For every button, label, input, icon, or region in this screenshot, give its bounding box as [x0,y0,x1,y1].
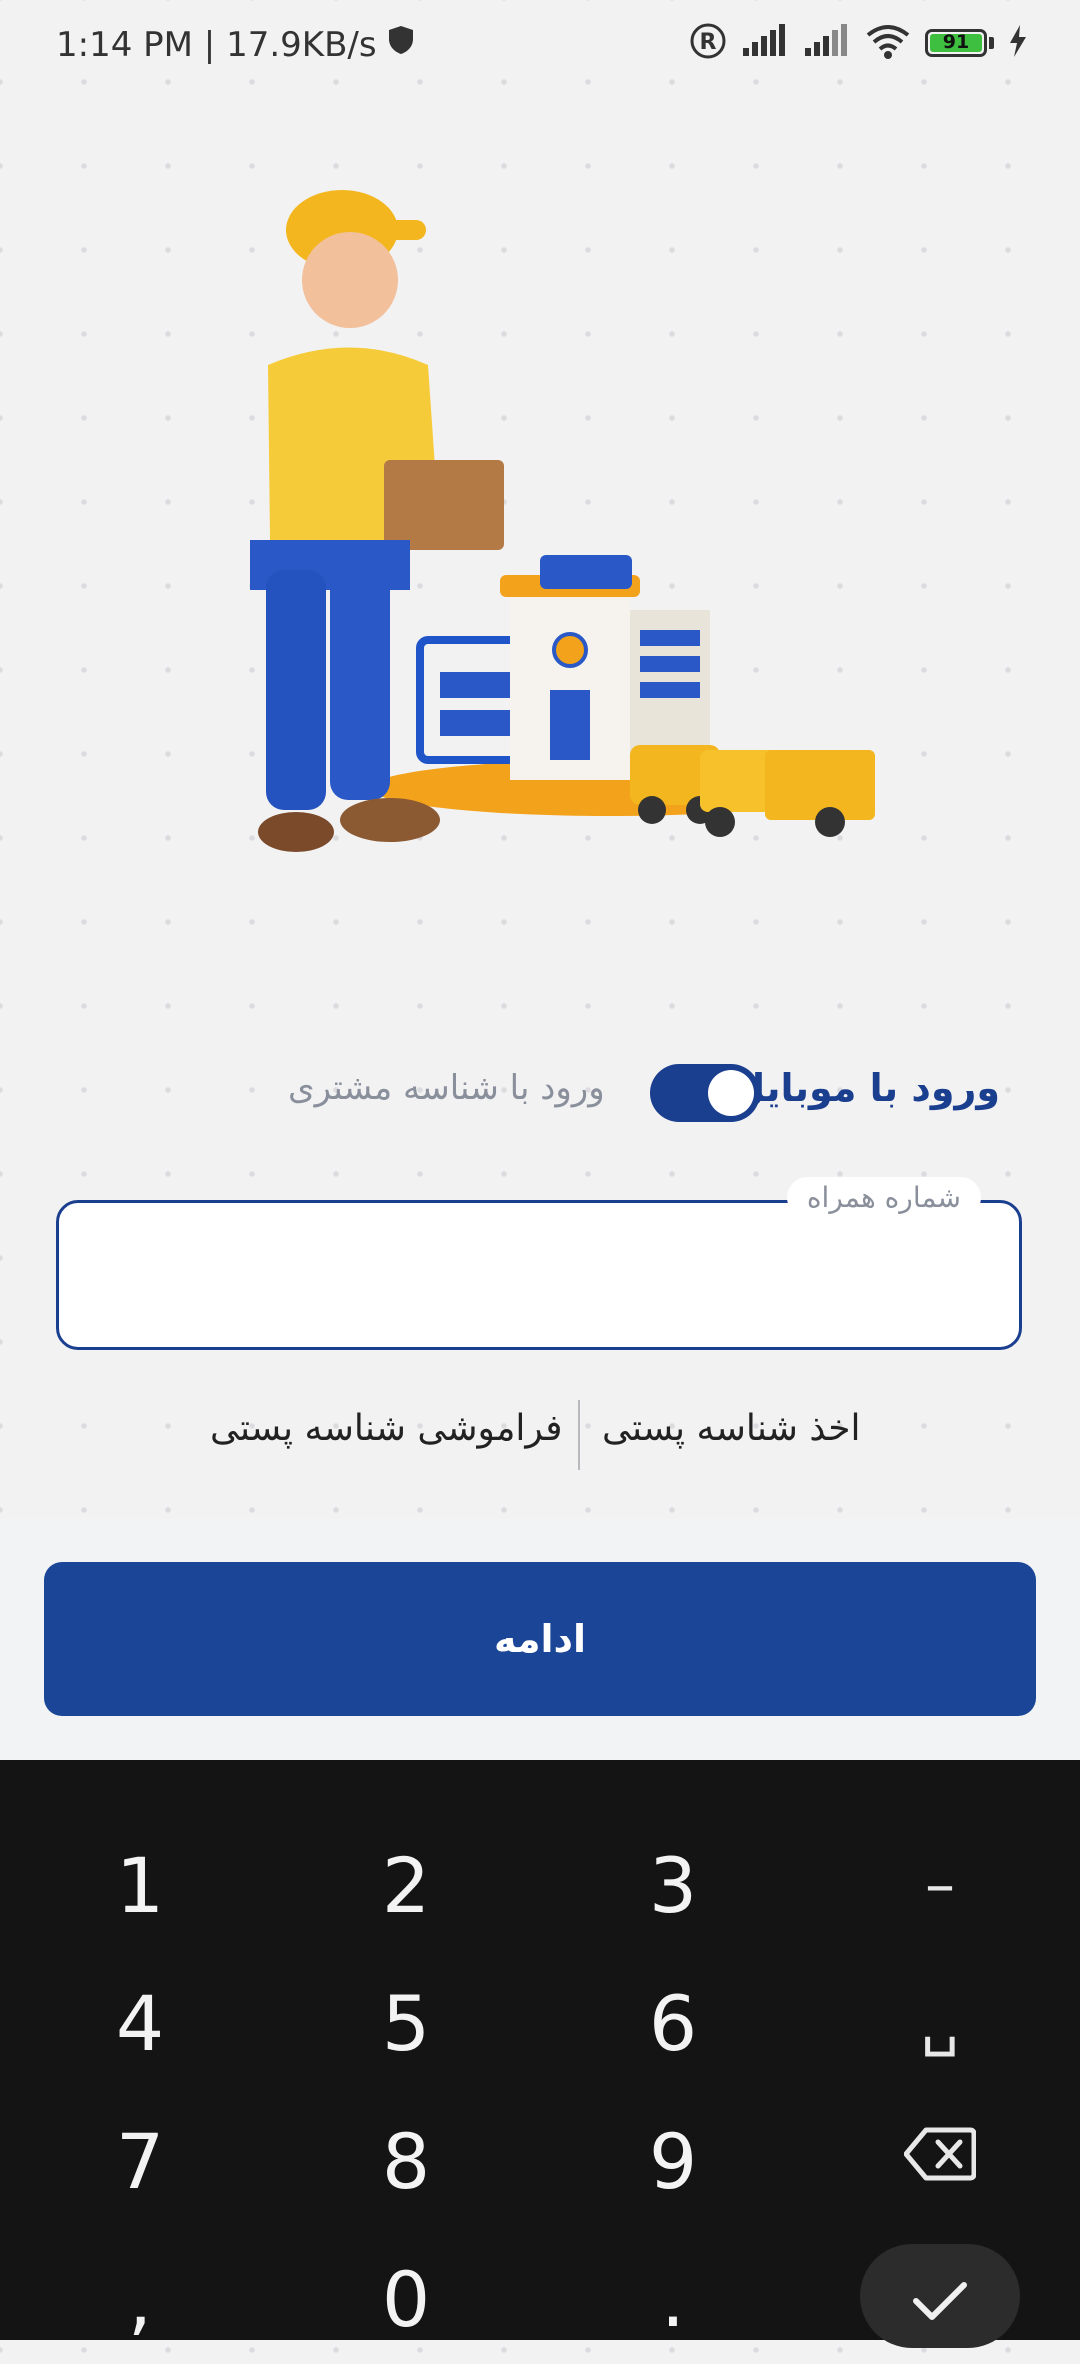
key-9[interactable]: 9 [573,2096,773,2226]
hero-illustration [200,170,880,890]
shield-icon [387,24,415,65]
key-8[interactable]: 8 [306,2096,506,2226]
phone-field-label: شماره همراه [786,1177,981,1218]
status-time: 1:14 PM | 17.9KB/s [56,24,377,65]
customer-id-login-label[interactable]: ورود با شناسه مشتری [288,1068,605,1108]
key-7[interactable]: 7 [40,2096,240,2226]
key-1[interactable]: 1 [40,1820,240,1950]
forgot-postal-id-link[interactable]: فراموشی شناسه پستی [210,1408,562,1449]
key-0[interactable]: 0 [306,2234,506,2364]
status-left: 1:14 PM | 17.9KB/s [56,24,415,65]
switch-knob [708,1070,754,1116]
wifi-icon [865,23,911,63]
bottom-panel: ادامه [0,1518,1080,1760]
charging-icon [1008,25,1028,61]
signal-icon [803,24,851,62]
registered-icon: R [689,22,727,64]
login-mode-switch[interactable] [650,1064,760,1122]
mobile-login-label[interactable]: ورود با موبایل [732,1066,1000,1110]
status-right: R 91 [689,22,1028,64]
phone-input[interactable] [79,1233,1003,1325]
key-dot[interactable]: . [573,2234,773,2364]
postal-id-links: اخذ شناسه پستی فراموشی شناسه پستی [0,1400,1080,1470]
battery-level: 91 [942,31,970,53]
signal-icon [741,24,789,62]
key-5[interactable]: 5 [306,1958,506,2088]
backspace-key[interactable] [840,2096,1040,2226]
delivery-trucks-illustration [630,745,875,837]
key-comma[interactable]: , [40,2234,240,2364]
done-key[interactable] [860,2244,1020,2348]
svg-text:R: R [700,30,717,55]
key-3[interactable]: 3 [573,1820,773,1950]
numeric-keyboard: 1 2 3 – 4 5 6 ␣ 7 8 9 , 0 . [0,1760,1080,2348]
backspace-icon [903,2126,977,2197]
status-bar: 1:14 PM | 17.9KB/s R 91 [0,0,1080,96]
get-postal-id-link[interactable]: اخذ شناسه پستی [602,1408,861,1449]
key-dash[interactable]: – [840,1820,1040,1950]
continue-button[interactable]: ادامه [44,1562,1036,1716]
links-divider [578,1400,580,1470]
check-icon [912,2252,968,2341]
key-6[interactable]: 6 [573,1958,773,2088]
phone-field: شماره همراه [56,1177,1022,1350]
key-4[interactable]: 4 [40,1958,240,2088]
login-mode-toggle-row: ورود با موبایل ورود با شناسه مشتری [0,1058,1080,1128]
battery-tip [989,37,994,49]
key-2[interactable]: 2 [306,1820,506,1950]
battery-icon: 91 [925,29,987,57]
key-space[interactable]: ␣ [840,1958,1040,2088]
